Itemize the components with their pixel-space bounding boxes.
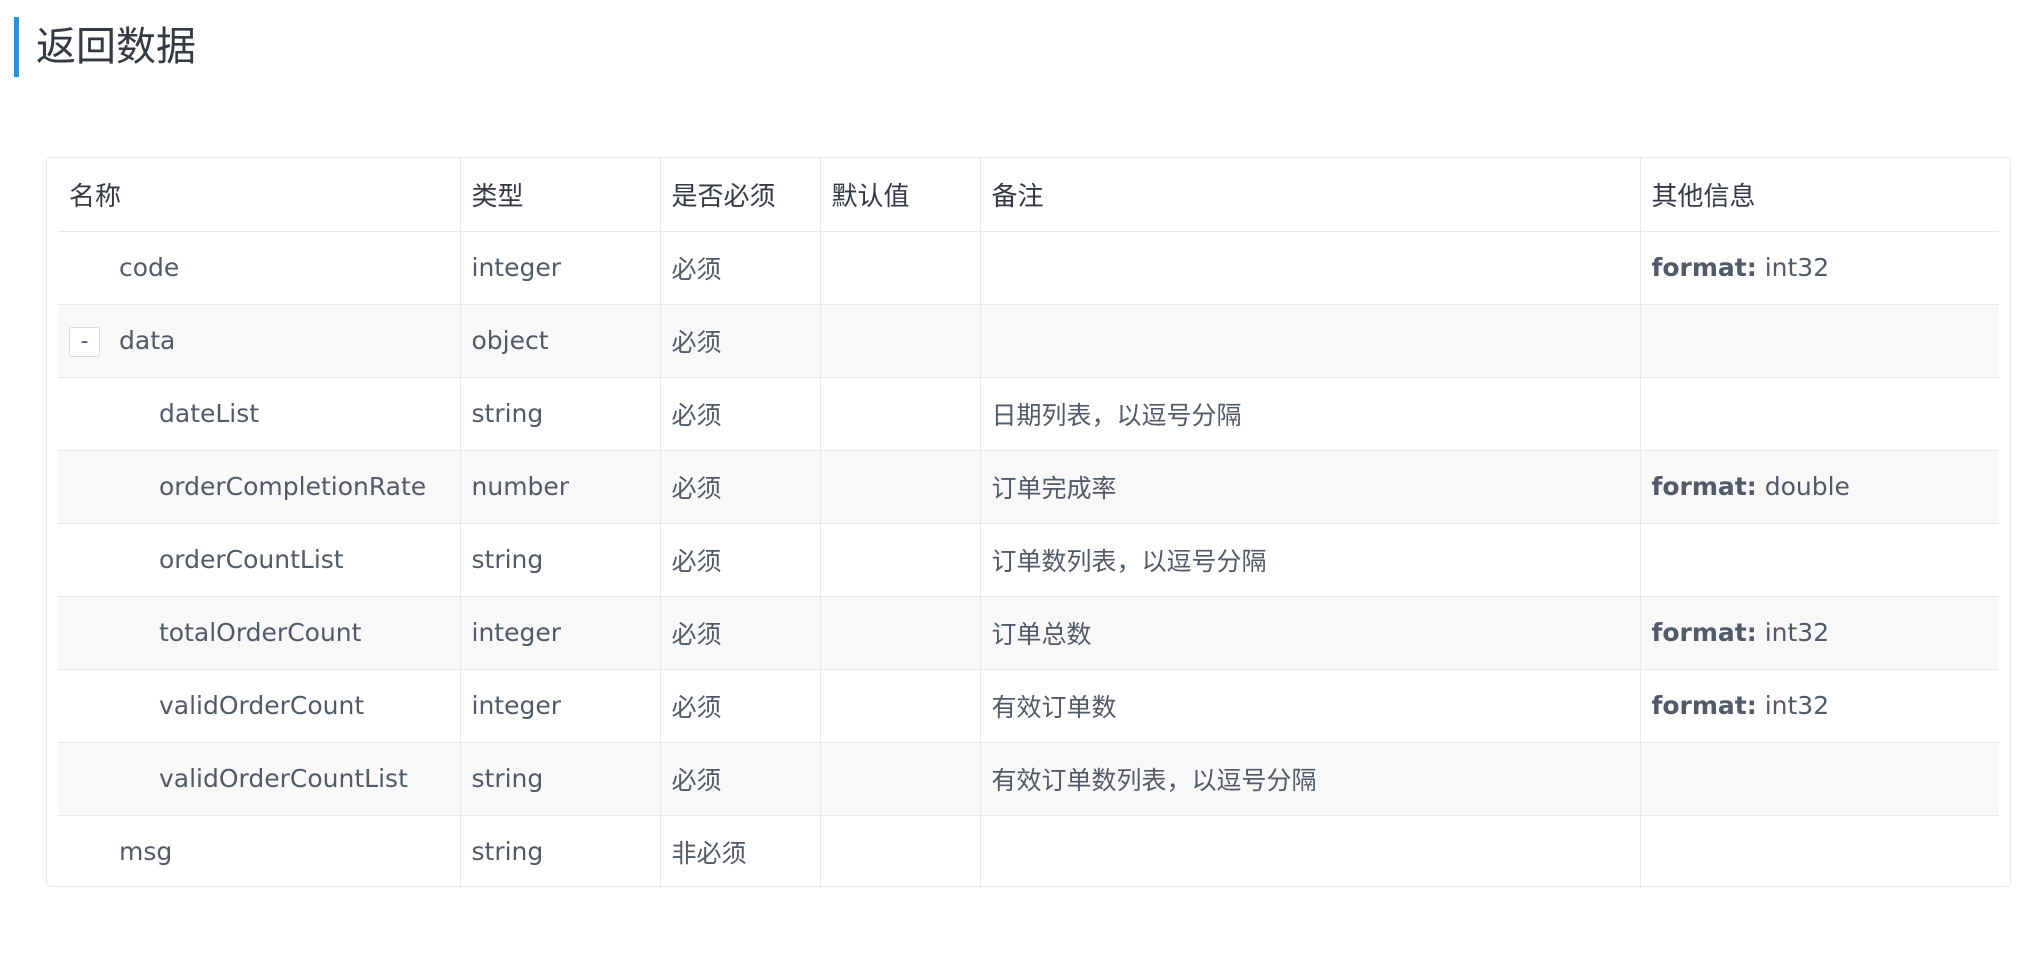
- param-name: validOrderCount: [58, 669, 460, 743]
- param-type: string: [459, 742, 660, 816]
- param-remark: [979, 304, 1640, 378]
- param-required: 必须: [659, 523, 820, 597]
- param-name: totalOrderCount: [58, 596, 460, 670]
- format-key: format:: [1651, 472, 1757, 501]
- param-default: [819, 596, 980, 670]
- param-other-info: format: int32: [1639, 596, 1999, 670]
- param-remark: 有效订单数: [979, 669, 1640, 743]
- param-name: msg: [119, 837, 173, 867]
- param-required: 非必须: [659, 815, 820, 888]
- param-other-info: [1639, 815, 1999, 888]
- param-type: integer: [459, 669, 660, 743]
- response-params-table: 名称 类型 是否必须 默认值 备注 其他信息 code integer 必须 f…: [58, 158, 1999, 888]
- param-type: string: [459, 377, 660, 451]
- param-remark: 订单数列表，以逗号分隔: [979, 523, 1640, 597]
- param-other-info: [1639, 742, 1999, 816]
- param-required: 必须: [659, 231, 820, 305]
- param-type: number: [459, 450, 660, 524]
- collapse-toggle-button[interactable]: -: [69, 326, 100, 357]
- param-required: 必须: [659, 450, 820, 524]
- format-value: int32: [1764, 253, 1830, 282]
- param-other-info: [1639, 523, 1999, 597]
- param-other-info: [1639, 304, 1999, 378]
- param-type: object: [459, 304, 660, 378]
- column-header-remark[interactable]: 备注: [979, 158, 1640, 232]
- param-remark: 订单总数: [979, 596, 1640, 670]
- param-name-cell: - data: [58, 304, 460, 378]
- column-header-name[interactable]: 名称: [58, 158, 460, 232]
- param-default: [819, 669, 980, 743]
- param-default: [819, 377, 980, 451]
- param-remark: 有效订单数列表，以逗号分隔: [979, 742, 1640, 816]
- param-name: orderCompletionRate: [58, 450, 460, 524]
- param-name: orderCountList: [58, 523, 460, 597]
- table-row: orderCountList string 必须 订单数列表，以逗号分隔: [58, 523, 1999, 597]
- table-row: msg string 非必须: [58, 815, 1999, 888]
- table-row: - data object 必须: [58, 304, 1999, 378]
- response-params-table-card: 名称 类型 是否必须 默认值 备注 其他信息 code integer 必须 f…: [46, 157, 2011, 888]
- column-header-other[interactable]: 其他信息: [1639, 158, 1999, 232]
- param-other-info: format: double: [1639, 450, 1999, 524]
- format-value: int32: [1764, 618, 1830, 647]
- table-row: dateList string 必须 日期列表，以逗号分隔: [58, 377, 1999, 451]
- format-key: format:: [1651, 253, 1757, 282]
- param-remark: [979, 231, 1640, 305]
- param-name: dateList: [58, 377, 460, 451]
- param-remark: 订单完成率: [979, 450, 1640, 524]
- param-default: [819, 523, 980, 597]
- format-key: format:: [1651, 691, 1757, 720]
- param-name: validOrderCountList: [58, 742, 460, 816]
- param-default: [819, 231, 980, 305]
- param-required: 必须: [659, 742, 820, 816]
- param-required: 必须: [659, 669, 820, 743]
- page: 返回数据 名称 类型 是否必须 默认值 备注 其他信息 code integer…: [0, 0, 2038, 963]
- param-required: 必须: [659, 304, 820, 378]
- param-other-info: format: int32: [1639, 669, 1999, 743]
- param-required: 必须: [659, 377, 820, 451]
- param-type: integer: [459, 231, 660, 305]
- column-header-required[interactable]: 是否必须: [659, 158, 820, 232]
- param-type: string: [459, 523, 660, 597]
- section-title: 返回数据: [14, 17, 196, 77]
- param-type: integer: [459, 596, 660, 670]
- column-header-default[interactable]: 默认值: [819, 158, 980, 232]
- param-name: data: [119, 326, 176, 355]
- param-type: string: [459, 815, 660, 888]
- table-row: code integer 必须 format: int32: [58, 231, 1999, 305]
- param-default: [819, 450, 980, 524]
- table-row: validOrderCount integer 必须 有效订单数 format:…: [58, 669, 1999, 743]
- table-row: totalOrderCount integer 必须 订单总数 format: …: [58, 596, 1999, 670]
- param-default: [819, 815, 980, 888]
- table-header-row: 名称 类型 是否必须 默认值 备注 其他信息: [58, 158, 1999, 232]
- format-value: int32: [1764, 691, 1830, 720]
- param-remark: [979, 815, 1640, 888]
- table-row: orderCompletionRate number 必须 订单完成率 form…: [58, 450, 1999, 524]
- param-other-info: [1639, 377, 1999, 451]
- param-default: [819, 742, 980, 816]
- format-value: double: [1764, 472, 1850, 501]
- table-row: validOrderCountList string 必须 有效订单数列表，以逗…: [58, 742, 1999, 816]
- param-remark: 日期列表，以逗号分隔: [979, 377, 1640, 451]
- param-default: [819, 304, 980, 378]
- param-other-info: format: int32: [1639, 231, 1999, 305]
- column-header-type[interactable]: 类型: [459, 158, 660, 232]
- format-key: format:: [1651, 618, 1757, 647]
- param-name: code: [58, 231, 460, 305]
- param-required: 必须: [659, 596, 820, 670]
